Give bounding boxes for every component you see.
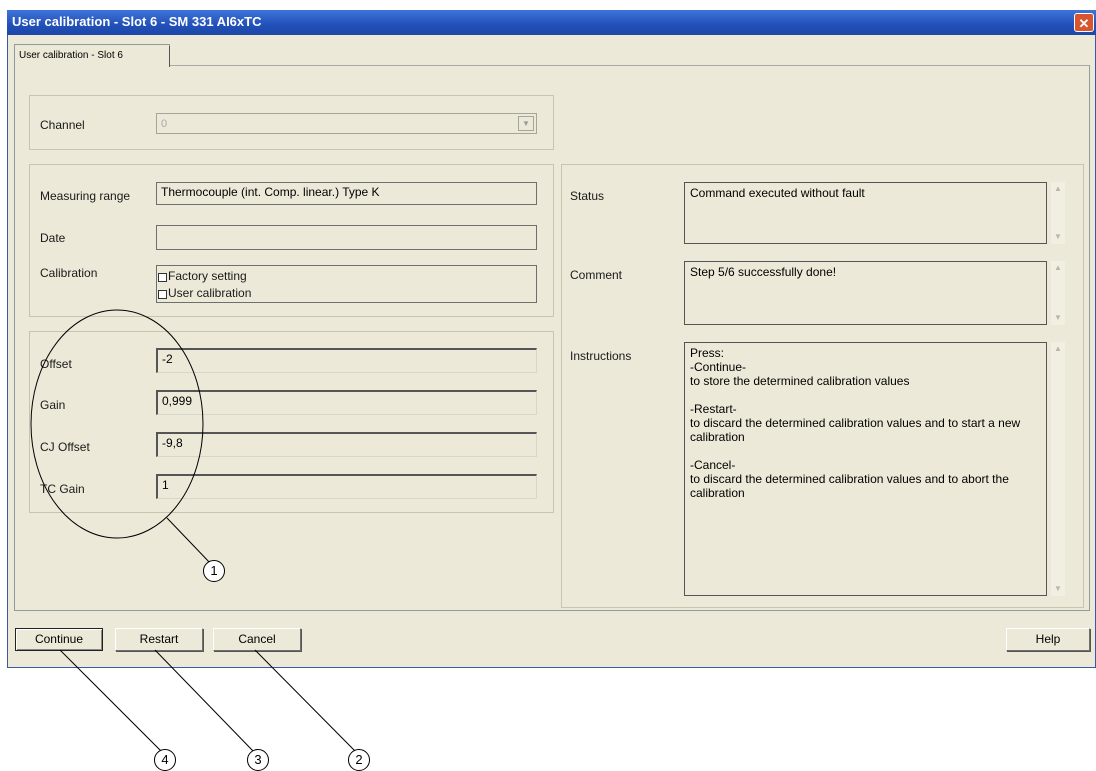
callout-line-3	[154, 649, 255, 753]
callout-3: 3	[247, 749, 269, 771]
callout-2: 2	[348, 749, 370, 771]
callout-line-4	[59, 649, 163, 753]
callout-line-2	[254, 649, 357, 753]
callout-1: 1	[203, 560, 225, 582]
highlight-ellipse	[30, 309, 204, 539]
callout-overlay	[30, 309, 357, 753]
callout-line-1	[166, 517, 213, 566]
callout-4: 4	[154, 749, 176, 771]
